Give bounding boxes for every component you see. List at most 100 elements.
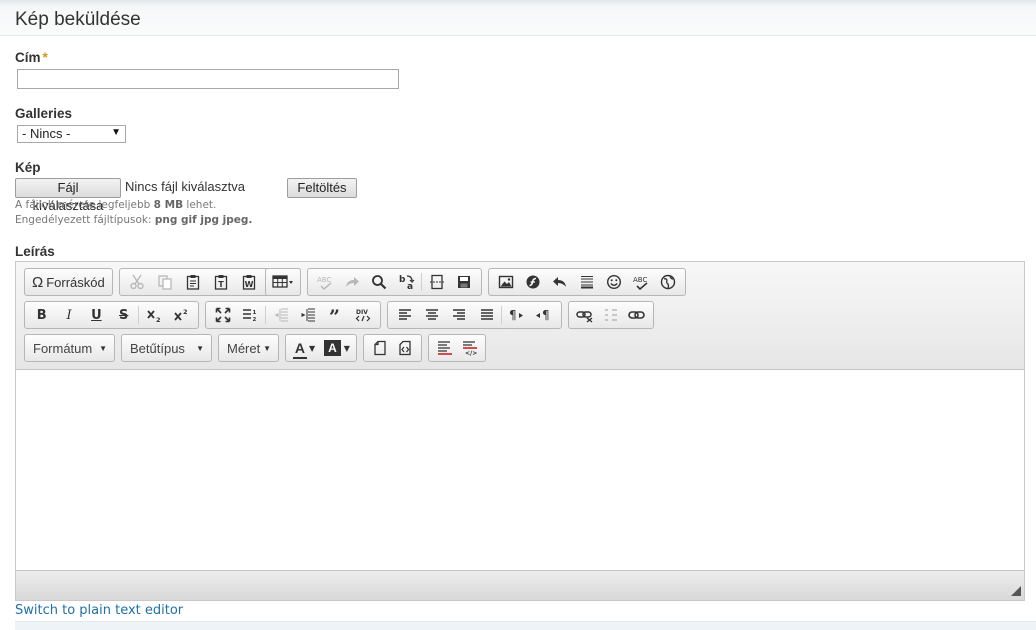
rtl-direction-icon[interactable]: ¶ (531, 303, 558, 327)
toolbar-separator (501, 306, 503, 324)
format-combo[interactable]: Formátum ▼ (24, 334, 115, 362)
bold-button[interactable]: B (28, 303, 55, 327)
choose-file-button[interactable]: Fájl kiválasztása (15, 178, 121, 213)
superscript-icon[interactable]: 2 (168, 303, 195, 327)
align-right-icon[interactable] (446, 303, 473, 327)
upload-button[interactable]: Feltöltés (287, 178, 357, 198)
source-button[interactable]: Ω Forráskód (28, 270, 109, 294)
maximize-icon[interactable] (209, 303, 237, 327)
toolbar-group-editing: ABC ba (307, 268, 482, 296)
indent-icon[interactable] (294, 303, 322, 327)
description-label: Leírás (15, 244, 55, 259)
paste-text-icon[interactable]: T (207, 270, 235, 294)
undo-icon[interactable] (546, 270, 573, 294)
no-file-text: Nincs fájl kiválasztva (125, 179, 245, 194)
copy-icon[interactable] (151, 270, 179, 294)
help-size-value: 8 MB (153, 199, 184, 211)
svg-text:¶: ¶ (509, 308, 517, 322)
required-marker: * (42, 50, 48, 65)
toolbar-separator (265, 306, 266, 324)
toolbar-group-colors: A ▼ A ▼ (285, 334, 357, 362)
svg-text:ABC: ABC (317, 276, 331, 284)
toolbar-group-blocks (363, 334, 422, 362)
editor-statusbar (16, 570, 1024, 600)
file-size-help: A fájlok mérete legfeljebb 8 MB lehet. (15, 199, 216, 211)
svg-text:</>: </> (465, 350, 477, 356)
help-types-prefix: Engedélyezett fájltípusok: (15, 214, 152, 226)
table-icon[interactable] (269, 270, 297, 294)
replace-icon[interactable]: ba (393, 270, 420, 294)
numbered-list-icon[interactable]: 12 (237, 303, 265, 327)
svg-text:2: 2 (253, 317, 257, 323)
file-types-help: Engedélyezett fájltípusok: png gif jpg j… (15, 214, 252, 226)
toolbar-group-source: Ω Forráskód (24, 268, 113, 296)
footer-strip (15, 621, 1036, 630)
page-break-icon[interactable] (423, 270, 450, 294)
galleries-select[interactable]: - Nincs - ▼ (17, 125, 126, 143)
toolbar-group-align: ¶ ¶ (387, 301, 562, 329)
save-icon[interactable] (451, 270, 478, 294)
caret-down-icon: ▼ (308, 343, 316, 353)
align-left-icon[interactable] (391, 303, 418, 327)
redo-icon[interactable] (338, 270, 365, 294)
font-combo[interactable]: Betűtípus ▼ (121, 334, 212, 362)
cut-icon[interactable] (123, 270, 151, 294)
color-bar (292, 357, 307, 359)
text-color-button[interactable]: A ▼ (289, 336, 321, 360)
spellcheck-icon[interactable]: ABC (628, 270, 655, 294)
size-combo[interactable]: Méret ▼ (218, 334, 279, 362)
background-color-glyph: A (324, 340, 341, 356)
background-color-button[interactable]: A ▼ (321, 336, 353, 360)
paste-icon[interactable] (179, 270, 207, 294)
horizontal-rule-icon[interactable] (573, 270, 600, 294)
caret-down-icon: ▼ (99, 343, 107, 353)
galleries-label: Galleries (15, 106, 73, 121)
help-types-suffix: . (248, 214, 253, 226)
font-combo-label: Betűtípus (130, 340, 185, 356)
remove-html-icon[interactable]: </> (457, 336, 482, 360)
image-label: Kép (15, 160, 41, 175)
image-icon[interactable] (492, 270, 519, 294)
create-div-icon[interactable]: DIV (349, 303, 377, 327)
switch-to-plain-text-link[interactable]: Switch to plain text editor (15, 603, 183, 618)
help-size-suffix: lehet. (186, 199, 217, 211)
svg-text:1: 1 (253, 310, 257, 316)
subscript-icon[interactable]: 2 (140, 303, 167, 327)
toolbar-group-basic-styles: B I U S 2 2 (24, 301, 199, 329)
source-dialog-icon[interactable] (393, 336, 419, 360)
remove-format-icon[interactable] (432, 336, 457, 360)
toolbar-separator (138, 306, 140, 324)
resize-handle-icon[interactable] (1011, 586, 1021, 596)
svg-text:ABC: ABC (633, 276, 647, 284)
align-center-icon[interactable] (418, 303, 445, 327)
title-input[interactable] (17, 69, 399, 89)
find-icon[interactable] (366, 270, 393, 294)
text-color-glyph: A (294, 340, 305, 356)
link-icon[interactable] (624, 303, 650, 327)
toolbar-group-insert: ABC (488, 268, 686, 296)
svg-text:b: b (399, 275, 406, 285)
unlink-icon[interactable] (572, 303, 598, 327)
flash-icon[interactable] (519, 270, 546, 294)
spellcheck-disabled-icon[interactable]: ABC (311, 270, 338, 294)
underline-button[interactable]: U (83, 303, 110, 327)
toolbar-group-cleanup: </> (428, 334, 486, 362)
align-justify-icon[interactable] (473, 303, 500, 327)
caret-down-icon: ▼ (196, 343, 204, 353)
anchor-icon[interactable] (598, 303, 624, 327)
svg-text:T: T (218, 280, 224, 289)
format-combo-label: Formátum (33, 340, 93, 356)
paste-word-icon[interactable]: W (235, 270, 263, 294)
toolbar-group-paragraph: 12 ” DIV (205, 301, 381, 329)
show-blocks-icon[interactable] (367, 336, 393, 360)
outdent-icon[interactable] (267, 303, 295, 327)
italic-button[interactable]: I (55, 303, 82, 327)
source-button-label: Forráskód (46, 274, 105, 290)
strikethrough-button[interactable]: S (110, 303, 137, 327)
globe-icon[interactable] (655, 270, 682, 294)
ltr-direction-icon[interactable]: ¶ (503, 303, 530, 327)
blockquote-icon[interactable]: ” (322, 303, 350, 327)
caret-down-icon: ▼ (263, 343, 271, 353)
smiley-icon[interactable] (601, 270, 628, 294)
title-label: Cím * (15, 50, 48, 65)
